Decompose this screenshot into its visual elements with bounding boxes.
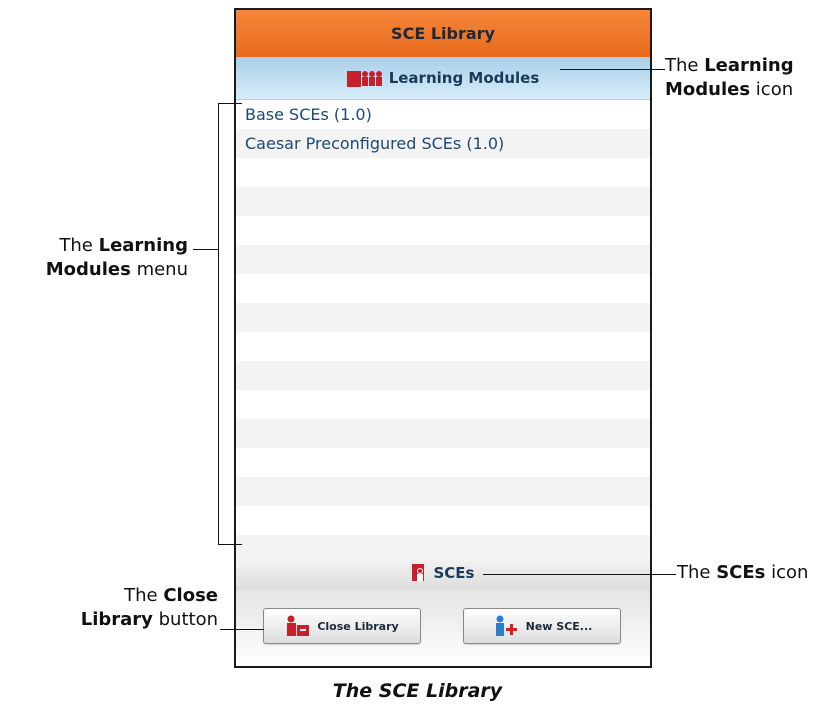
- list-item: [236, 187, 650, 216]
- annotation-text: Learning: [98, 235, 188, 256]
- annotation-text: Modules: [45, 259, 131, 281]
- annotation-close-library-button: The Close Library button: [10, 584, 218, 633]
- new-sce-button[interactable]: New SCE...: [463, 608, 621, 644]
- annotation-text: The: [665, 55, 705, 76]
- footer-toolbar: Close Library New SCE...: [236, 590, 650, 666]
- list-item: [236, 158, 650, 187]
- sces-label: SCEs: [433, 563, 475, 582]
- list-item: [236, 506, 650, 535]
- annotation-leader-line: [220, 629, 264, 630]
- annotation-leader-line: [483, 574, 676, 575]
- annotation-learning-modules-icon: The Learning Modules icon: [665, 54, 794, 103]
- learning-modules-header[interactable]: Learning Modules: [236, 57, 650, 100]
- learning-modules-menu: Base SCEs (1.0) Caesar Preconfigured SCE…: [236, 100, 650, 564]
- close-library-icon: [285, 615, 311, 637]
- annotation-text: The: [677, 562, 717, 583]
- window-title: SCE Library: [391, 24, 495, 43]
- list-item: [236, 390, 650, 419]
- window-title-bar: SCE Library: [236, 10, 650, 57]
- learning-modules-icon[interactable]: [346, 69, 383, 87]
- sce-library-panel: SCE Library Learning Modules Base SCEs (…: [234, 8, 652, 668]
- annotation-bracket: [218, 103, 219, 544]
- list-item: [236, 477, 650, 506]
- list-item: [236, 274, 650, 303]
- close-library-label: Close Library: [317, 619, 399, 633]
- annotation-text: icon: [765, 562, 809, 583]
- annotation-text: Modules: [665, 79, 751, 101]
- list-item: [236, 361, 650, 390]
- annotation-text: menu: [130, 259, 188, 281]
- sces-header[interactable]: SCEs: [236, 555, 650, 590]
- annotation-bracket: [218, 544, 242, 545]
- list-item: [236, 448, 650, 477]
- annotation-leader-line: [560, 69, 665, 70]
- annotation-text: SCEs: [716, 562, 766, 583]
- list-item: [236, 419, 650, 448]
- annotation-sces-icon: The SCEs icon: [677, 561, 808, 585]
- list-item: [236, 332, 650, 361]
- list-item: [236, 216, 650, 245]
- list-item: [236, 303, 650, 332]
- annotation-text: Library: [80, 609, 153, 631]
- new-sce-icon: [492, 615, 520, 637]
- annotation-text: Learning: [704, 55, 794, 76]
- annotation-text: Close: [163, 585, 218, 606]
- annotation-leader-line: [193, 249, 219, 250]
- sces-icon[interactable]: [411, 564, 428, 581]
- annotation-bracket: [218, 103, 242, 104]
- annotation-text: button: [152, 609, 218, 631]
- annotation-learning-modules-menu: The Learning Modules menu: [10, 234, 188, 283]
- learning-modules-label: Learning Modules: [388, 69, 540, 87]
- list-item[interactable]: Caesar Preconfigured SCEs (1.0): [236, 129, 650, 158]
- list-item: [236, 245, 650, 274]
- list-item[interactable]: Base SCEs (1.0): [236, 100, 650, 129]
- annotation-text: The: [124, 585, 164, 606]
- annotation-text: The: [59, 235, 99, 256]
- figure-caption: The SCE Library: [332, 680, 503, 702]
- new-sce-label: New SCE...: [525, 619, 593, 633]
- annotation-text: icon: [750, 79, 794, 101]
- close-library-button[interactable]: Close Library: [263, 608, 421, 644]
